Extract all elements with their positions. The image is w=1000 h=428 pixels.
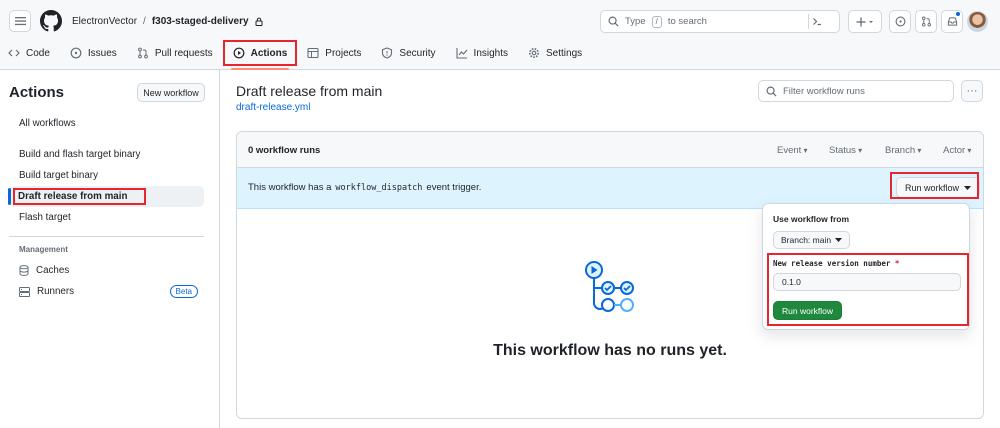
actions-sidebar: Actions New workflow All workflows Build… bbox=[0, 70, 220, 428]
lock-icon bbox=[255, 17, 263, 26]
tab-actions-label: Actions bbox=[250, 47, 288, 59]
tab-settings[interactable]: Settings bbox=[520, 42, 590, 64]
banner-code: workflow_dispatch bbox=[335, 182, 423, 193]
triangle-down-icon bbox=[835, 238, 843, 242]
tab-pull-requests-label: Pull requests bbox=[154, 47, 213, 59]
tab-security-label: Security bbox=[399, 47, 436, 59]
tab-code-label: Code bbox=[26, 47, 50, 59]
repo-link[interactable]: f303-staged-delivery bbox=[152, 16, 249, 27]
command-palette-button[interactable] bbox=[808, 14, 824, 29]
branch-filter[interactable]: Branch bbox=[885, 145, 921, 156]
branch-select-button[interactable]: Branch: main bbox=[773, 231, 851, 249]
create-new-button[interactable] bbox=[848, 10, 882, 33]
tab-security[interactable]: Security bbox=[373, 42, 443, 64]
gear-icon bbox=[529, 48, 540, 58]
tab-actions[interactable]: Actions bbox=[222, 40, 298, 70]
inbox-icon bbox=[947, 17, 957, 26]
filter-placeholder: Filter workflow runs bbox=[783, 85, 865, 97]
search-icon bbox=[608, 16, 619, 27]
branch-select-label: Branch: main bbox=[781, 235, 832, 245]
menu-button[interactable] bbox=[9, 10, 31, 32]
plus-icon bbox=[856, 17, 873, 26]
sidebar-item-label: Caches bbox=[36, 265, 70, 276]
tab-pull-requests[interactable]: Pull requests bbox=[129, 42, 221, 64]
notification-indicator bbox=[955, 11, 961, 17]
search-placeholder-before: Type bbox=[625, 16, 646, 27]
sidebar-item-workflow[interactable]: Build target binary bbox=[9, 165, 204, 186]
sidebar-item-label: Flash target bbox=[19, 212, 71, 223]
search-icon bbox=[766, 86, 777, 97]
filter-workflow-runs-input[interactable]: Filter workflow runs bbox=[758, 80, 954, 102]
tab-projects[interactable]: Projects bbox=[299, 42, 369, 64]
runs-count: 0 workflow runs bbox=[248, 145, 321, 156]
shield-icon bbox=[382, 47, 393, 59]
banner-prefix: This workflow has a bbox=[248, 182, 332, 193]
management-heading: Management bbox=[19, 245, 68, 254]
tab-insights-label: Insights bbox=[473, 47, 509, 59]
more-options-button[interactable]: ··· bbox=[961, 80, 983, 102]
database-icon bbox=[19, 265, 29, 276]
hamburger-icon bbox=[14, 17, 26, 26]
popover-title: Use workflow from bbox=[773, 214, 850, 224]
table-icon bbox=[307, 47, 319, 59]
kebab-horizontal-icon: ··· bbox=[966, 85, 978, 97]
event-filter[interactable]: Event bbox=[777, 145, 808, 156]
search-shortcut-key: / bbox=[651, 15, 662, 28]
new-workflow-button[interactable]: New workflow bbox=[137, 83, 205, 102]
owner-link[interactable]: ElectronVector bbox=[72, 16, 137, 27]
server-icon bbox=[19, 286, 30, 297]
sidebar-item-all-workflows[interactable]: All workflows bbox=[9, 113, 204, 134]
sidebar-divider bbox=[9, 236, 204, 237]
empty-state-title: This workflow has no runs yet. bbox=[493, 342, 727, 359]
status-filter[interactable]: Status bbox=[829, 145, 862, 156]
repo-header: ElectronVector / f303-staged-delivery Ty… bbox=[0, 0, 1000, 70]
tab-code[interactable]: Code bbox=[0, 42, 58, 64]
sidebar-item-label: All workflows bbox=[19, 118, 76, 129]
graph-icon bbox=[455, 48, 467, 59]
pull-requests-button[interactable] bbox=[915, 10, 937, 33]
search-input[interactable]: Type / to search bbox=[600, 10, 840, 33]
sidebar-item-label: Build and flash target binary bbox=[19, 149, 141, 160]
repo-tabs: Code Issues Pull requests Actions Projec… bbox=[0, 40, 594, 70]
sidebar-item-workflow[interactable]: Build and flash target binary bbox=[9, 144, 204, 165]
tab-projects-label: Projects bbox=[325, 47, 362, 59]
breadcrumb-separator: / bbox=[143, 16, 146, 27]
banner-suffix: event trigger. bbox=[426, 182, 482, 193]
runs-header: 0 workflow runs Event Status Branch Acto… bbox=[237, 132, 983, 168]
issues-button[interactable] bbox=[889, 10, 911, 33]
sidebar-item-label: Build target binary bbox=[19, 170, 98, 181]
actor-filter[interactable]: Actor bbox=[943, 145, 971, 156]
avatar[interactable] bbox=[967, 11, 988, 32]
tab-insights[interactable]: Insights bbox=[448, 42, 516, 64]
sidebar-item-label: Runners bbox=[37, 286, 75, 297]
sidebar-item-runners[interactable]: Runners Beta bbox=[9, 281, 204, 302]
terminal-icon bbox=[812, 18, 821, 26]
breadcrumb: ElectronVector / f303-staged-delivery bbox=[72, 16, 263, 27]
git-pull-request-icon bbox=[921, 16, 931, 27]
tab-issues-label: Issues bbox=[87, 47, 117, 59]
issue-icon bbox=[70, 47, 82, 59]
issue-opened-icon bbox=[895, 16, 905, 27]
sidebar-item-caches[interactable]: Caches bbox=[9, 260, 204, 281]
github-logo-icon[interactable] bbox=[40, 10, 62, 32]
tab-issues[interactable]: Issues bbox=[62, 42, 125, 64]
play-icon bbox=[233, 47, 245, 59]
workflow-file-link[interactable]: draft-release.yml bbox=[236, 102, 310, 113]
run-workflow-highlight bbox=[890, 172, 979, 199]
beta-badge: Beta bbox=[169, 285, 198, 298]
search-placeholder-after: to search bbox=[667, 16, 707, 27]
sidebar-title: Actions bbox=[9, 84, 65, 101]
pull-request-icon bbox=[137, 47, 148, 59]
sidebar-item-workflow-selected[interactable]: Draft release from main bbox=[8, 186, 204, 207]
workflow-empty-icon bbox=[585, 261, 634, 312]
inputs-highlight bbox=[767, 253, 969, 326]
banner-text: This workflow has a workflow_dispatch ev… bbox=[248, 182, 481, 193]
sidebar-item-workflow[interactable]: Flash target bbox=[9, 207, 204, 228]
workflow-title: Draft release from main bbox=[236, 83, 383, 99]
tab-settings-label: Settings bbox=[546, 47, 583, 59]
code-icon bbox=[8, 49, 20, 57]
sidebar-item-label: Draft release from main bbox=[12, 188, 147, 205]
